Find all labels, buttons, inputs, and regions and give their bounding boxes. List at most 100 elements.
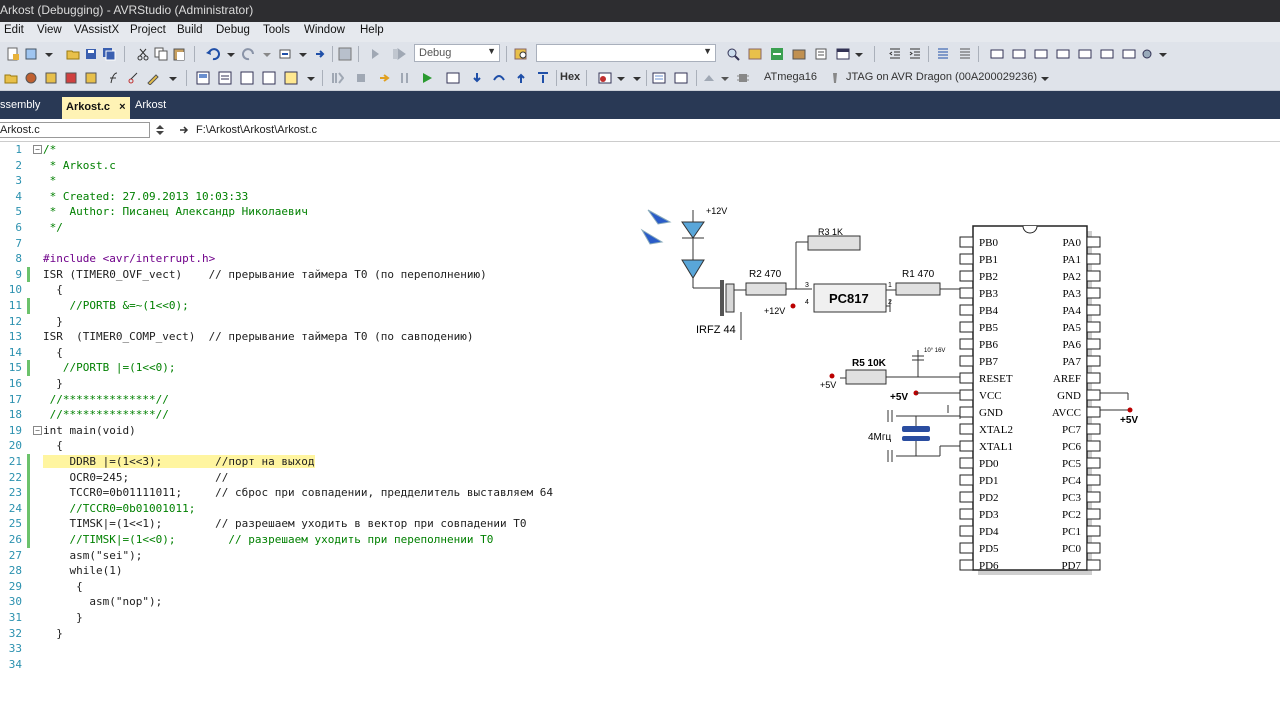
save-all-icon[interactable]	[102, 47, 116, 61]
code-line[interactable]: 30 asm("nop");	[0, 594, 640, 610]
code-line[interactable]: 9 ISR (TIMER0_OVF_vect) // прерывание тай…	[0, 266, 640, 283]
increase-indent-icon[interactable]	[908, 47, 922, 61]
tools-icon[interactable]	[84, 71, 98, 85]
code-line[interactable]: 4 * Created: 27.09.2013 10:03:33	[0, 189, 640, 205]
new-project-icon[interactable]	[6, 47, 20, 61]
file-scope-select[interactable]: Arkost.c	[0, 122, 150, 138]
menu-tools[interactable]: Tools	[263, 24, 290, 36]
fold-toggle-icon[interactable]: −	[33, 145, 42, 154]
device-dropdown-icon[interactable]	[718, 71, 732, 85]
menu-help[interactable]: Help	[360, 24, 384, 36]
code-line[interactable]: 16 }	[0, 376, 640, 392]
code-line[interactable]: 15 //PORTB |=(1<<0);	[0, 360, 640, 376]
menu-debug[interactable]: Debug	[216, 24, 250, 36]
code-line[interactable]: 17 //**************//	[0, 392, 640, 408]
scroll-updown-icon[interactable]	[153, 123, 167, 137]
continue-icon[interactable]	[378, 71, 392, 85]
code-line[interactable]: 24 //TCCR0=0b01001011;	[0, 500, 640, 517]
navigate-backward-icon[interactable]	[278, 47, 292, 61]
menu-build[interactable]: Build	[177, 24, 203, 36]
menu-edit[interactable]: Edit	[4, 24, 24, 36]
find-icon[interactable]	[726, 47, 740, 61]
debug-options-dropdown-icon[interactable]	[630, 71, 644, 85]
window-layout-dropdown-icon[interactable]	[852, 47, 866, 61]
cut-icon[interactable]	[136, 47, 150, 61]
code-line[interactable]: 26 //TIMSK|=(1<<0); // разрешаем уходить…	[0, 532, 640, 548]
dropdown-arrow-icon[interactable]	[42, 47, 56, 61]
save-icon[interactable]	[84, 47, 98, 61]
break-all-icon[interactable]	[330, 71, 344, 85]
start-without-debugging-icon[interactable]	[392, 47, 406, 61]
watch-window-icon[interactable]	[652, 71, 666, 85]
code-line[interactable]: 34	[0, 657, 640, 673]
code-line[interactable]: 29 {	[0, 579, 640, 595]
breakpoints-dropdown-icon[interactable]	[614, 71, 628, 85]
show-next-statement-icon[interactable]	[446, 71, 460, 85]
menu-project[interactable]: Project	[130, 24, 166, 36]
processor-view-icon[interactable]	[284, 71, 298, 85]
tab-arkost[interactable]: Arkost	[135, 99, 166, 119]
tab-arkost-c[interactable]: Arkost.c ×	[62, 97, 130, 119]
device-name[interactable]: ATmega16	[764, 71, 817, 83]
device-programming-tool-icon[interactable]	[702, 71, 716, 85]
fold-toggle-icon[interactable]: −	[33, 425, 42, 435]
code-line[interactable]: 27 asm("sei");	[0, 548, 640, 564]
paste-icon[interactable]	[172, 47, 186, 61]
project-settings-icon[interactable]	[24, 71, 38, 85]
code-line[interactable]: 32 }	[0, 626, 640, 642]
code-editor[interactable]: 1−/* 2 * Arkost.c 3 * 4 * Created: 27.09.20…	[0, 142, 640, 720]
device-programming-icon[interactable]	[44, 71, 58, 85]
bookmark-folder-icon[interactable]	[1078, 47, 1092, 61]
code-line[interactable]: 7	[0, 236, 640, 252]
module-icon[interactable]	[64, 71, 78, 85]
step-over-icon[interactable]	[492, 71, 506, 85]
memory-view-icon[interactable]	[218, 71, 232, 85]
io-view-icon[interactable]	[196, 71, 210, 85]
pause-icon[interactable]	[398, 71, 412, 85]
toolbox-icon[interactable]	[792, 47, 806, 61]
bookmark-icon[interactable]	[990, 47, 1004, 61]
scissor-tool-icon[interactable]	[126, 71, 140, 85]
disassembly-view-icon[interactable]	[262, 71, 276, 85]
registers-view-icon[interactable]	[240, 71, 254, 85]
code-line[interactable]: 18 //**************//	[0, 407, 640, 423]
code-line[interactable]: 11 //PORTB &=~(1<<0);	[0, 298, 640, 314]
code-line[interactable]: 3 *	[0, 173, 640, 189]
toolbar-options-dropdown-icon[interactable]	[1156, 47, 1170, 61]
code-line[interactable]: 22 OCR0=245; //	[0, 469, 640, 486]
stop-debugging-icon[interactable]	[354, 71, 368, 85]
function-icon[interactable]	[108, 71, 122, 85]
solution-config-select[interactable]: Debug ▼	[414, 44, 500, 62]
code-line[interactable]: 21 DDRB |=(1<<3); //порт на выход	[0, 454, 640, 470]
comment-lines-icon[interactable]	[936, 47, 950, 61]
next-bookmark-icon[interactable]	[1034, 47, 1048, 61]
tool-options-dropdown-icon[interactable]	[1038, 71, 1052, 85]
locals-window-icon[interactable]	[674, 71, 688, 85]
code-line[interactable]: 20 {	[0, 438, 640, 454]
code-line[interactable]: 6 */	[0, 220, 640, 236]
find-in-files-icon[interactable]	[514, 47, 528, 61]
next-bookmark-folder-icon[interactable]	[1122, 47, 1136, 61]
previous-bookmark-icon[interactable]	[1012, 47, 1026, 61]
run-icon[interactable]	[420, 71, 434, 85]
code-line[interactable]: 1 −/*	[0, 142, 640, 158]
open-folder-icon[interactable]	[66, 47, 80, 61]
code-line[interactable]: 13 ISR (TIMER0_COMP_vect) // прерывание т…	[0, 329, 640, 345]
start-debugging-icon[interactable]	[368, 47, 382, 61]
code-line[interactable]: 23 TCCR0=0b01111011; // сброс при совпад…	[0, 485, 640, 501]
run-to-cursor-icon[interactable]	[536, 71, 550, 85]
view-dropdown-icon[interactable]	[304, 71, 318, 85]
code-line[interactable]: 10 {	[0, 282, 640, 298]
code-line[interactable]: 25 TIMSK|=(1<<1); // разрешаем уходить в…	[0, 516, 640, 532]
code-line[interactable]: 28 while(1)	[0, 563, 640, 579]
code-line[interactable]: 8 #include <avr/interrupt.h>	[0, 251, 640, 267]
code-line[interactable]: 12 }	[0, 314, 640, 330]
navigate-forward-icon[interactable]	[314, 47, 328, 61]
step-out-icon[interactable]	[514, 71, 528, 85]
extension-manager-icon[interactable]	[814, 47, 828, 61]
redo-dropdown-icon[interactable]	[260, 47, 274, 61]
copy-icon[interactable]	[154, 47, 168, 61]
menu-view[interactable]: View	[37, 24, 62, 36]
add-item-icon[interactable]	[24, 47, 38, 61]
properties-icon[interactable]	[748, 47, 762, 61]
